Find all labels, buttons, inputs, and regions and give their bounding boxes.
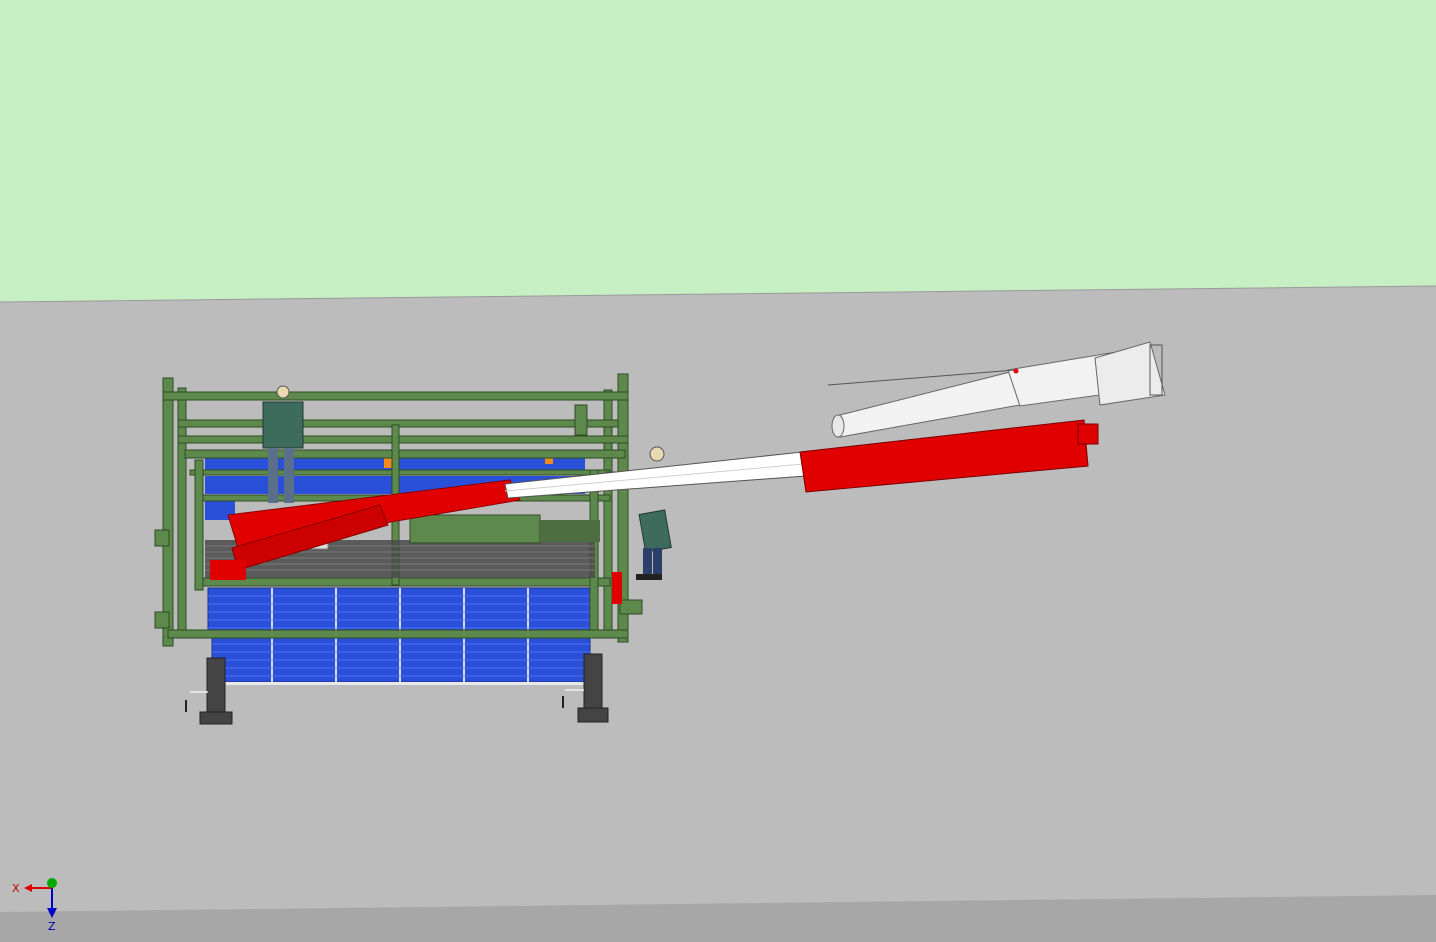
cad-3d-viewport[interactable]: X Z bbox=[0, 0, 1436, 942]
y-axis-dot-icon bbox=[47, 878, 57, 888]
x-axis-label: X bbox=[12, 882, 20, 895]
z-axis-label: Z bbox=[48, 920, 56, 933]
sky-background bbox=[0, 0, 1436, 302]
